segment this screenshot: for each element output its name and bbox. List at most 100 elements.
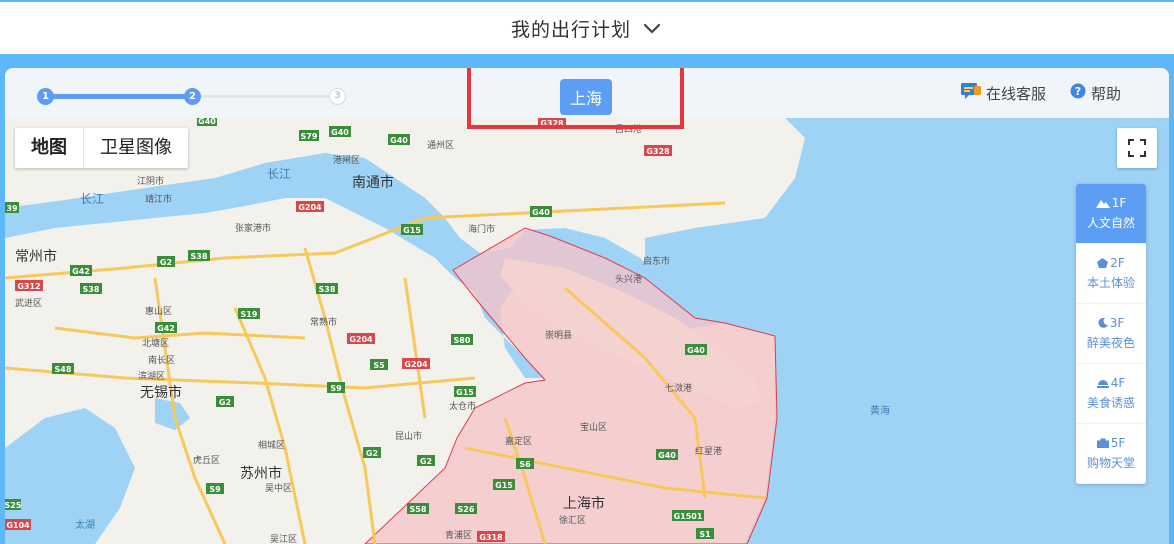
shield-g312: G312 [15, 280, 43, 291]
label-tongzhou: 通州区 [427, 140, 454, 151]
shield-s19: S19 [238, 308, 260, 319]
help-label: 帮助 [1090, 84, 1121, 103]
label-beitang: 北塘区 [142, 337, 169, 349]
label-wujiang: 吴江区 [270, 534, 297, 544]
online-service-label: 在线客服 [985, 84, 1046, 103]
shield-s6-label: S6 [519, 460, 531, 469]
label-huanghai: 黄海 [870, 404, 890, 417]
label-toutuo: 头兴港 [615, 273, 642, 285]
shield-g42a: G42 [70, 265, 92, 276]
shield-g40e: G40 [685, 344, 707, 355]
label-wujin: 武进区 [15, 297, 42, 309]
shield-s5: S5 [370, 359, 388, 370]
shield-g40a-label: G40 [198, 118, 216, 126]
shield-g2c-label: G2 [366, 449, 378, 458]
shield-s38b-label: S38 [83, 285, 100, 294]
shield-g1501: G1501 [672, 510, 704, 521]
shield-s1-label: S1 [699, 530, 711, 539]
fullscreen-button[interactable] [1117, 128, 1157, 168]
label-changshu: 常熟市 [310, 316, 337, 328]
floor-5-level: 5F [1110, 436, 1126, 450]
shield-g204a-label: G204 [298, 203, 322, 212]
shield-g204c-label: G204 [404, 360, 428, 369]
step-bar: 1 2 3 上海 在线客服 ? 帮助 [5, 68, 1169, 118]
shield-g40c: G40 [388, 134, 410, 145]
shield-g104: G104 [5, 519, 31, 530]
label-nantong: 南通市 [352, 174, 394, 191]
label-taicang: 太仓市 [449, 400, 476, 412]
label-qidong: 启东市 [643, 255, 670, 267]
map-type-satellite[interactable]: 卫星图像 [84, 128, 188, 168]
moon-icon [1098, 318, 1108, 328]
map-view[interactable]: 江阴市 靖江市 张家港市 长江 长江 常州市 武进区 惠山区 北塘区 南长区 滨… [5, 118, 1169, 544]
label-lvsi: 吕四港 [615, 123, 642, 135]
help-link[interactable]: ? 帮助 [1070, 83, 1121, 104]
label-jiangyin: 江阴市 [137, 175, 164, 187]
help-links: 在线客服 ? 帮助 [960, 82, 1121, 104]
label-jiading: 嘉定区 [505, 435, 532, 447]
label-huishan: 惠山区 [145, 305, 172, 317]
shield-s48-label: S48 [55, 365, 72, 374]
floor-5[interactable]: 5F 购物天堂 [1076, 424, 1146, 484]
shield-g40c-label: G40 [390, 136, 408, 145]
shield-s6: S6 [516, 458, 534, 469]
shield-g40f: G40 [656, 449, 678, 460]
map-canvas[interactable]: 江阴市 靖江市 张家港市 长江 长江 常州市 武进区 惠山区 北塘区 南长区 滨… [5, 118, 1169, 544]
floor-1[interactable]: 1F 人文自然 [1076, 184, 1146, 244]
shield-g204c: G204 [402, 358, 430, 369]
map-type-map[interactable]: 地图 [15, 128, 83, 168]
label-changzhou: 常州市 [15, 248, 57, 265]
shield-g2d-label: G2 [420, 457, 432, 466]
step-2[interactable]: 2 [184, 88, 201, 105]
shield-s26: S26 [455, 503, 477, 514]
chevron-down-icon[interactable] [641, 17, 663, 39]
shield-s48: S48 [52, 363, 74, 374]
shield-g328a-label: G328 [540, 119, 564, 128]
label-kunshan: 昆山市 [395, 430, 422, 442]
mountain-icon [1095, 198, 1110, 208]
shield-g104-label: G104 [6, 521, 30, 530]
shield-s58: S58 [407, 503, 429, 514]
label-suzhou: 苏州市 [240, 465, 282, 482]
floor-2[interactable]: 2F 本土体验 [1076, 244, 1146, 304]
shield-g2d: G2 [417, 455, 435, 466]
label-jingjiang: 靖江市 [145, 193, 172, 205]
pentagon-icon [1097, 258, 1109, 268]
shield-s39-label: 39 [6, 204, 18, 213]
step-3[interactable]: 3 [329, 88, 346, 105]
shield-g2a: G2 [157, 256, 175, 267]
floor-3-name: 醉美夜色 [1086, 336, 1135, 350]
label-wuzhong: 吴中区 [265, 482, 292, 494]
shield-s80: S80 [451, 334, 473, 345]
shield-s19-label: S19 [241, 310, 258, 319]
shield-s38c-label: S38 [319, 285, 336, 294]
floor-4[interactable]: 4F 美食诱惑 [1076, 364, 1146, 424]
shield-g318: G318 [477, 531, 505, 542]
step-1[interactable]: 1 [37, 88, 54, 105]
shield-g42b: G42 [155, 322, 177, 333]
shield-g1501-label: G1501 [674, 512, 703, 521]
label-taihu: 太湖 [75, 518, 95, 531]
shield-s38a-label: S38 [191, 252, 208, 261]
label-xiangcheng: 相城区 [258, 439, 285, 451]
shield-g15a-label: G15 [403, 226, 421, 235]
svg-text:?: ? [1075, 85, 1081, 98]
label-shanghai: 上海市 [563, 495, 605, 512]
shield-g15c: G15 [493, 479, 515, 490]
shield-g328a: G328 [538, 118, 566, 128]
label-zhangjiagang: 张家港市 [235, 222, 271, 234]
floor-3[interactable]: 3F 醉美夜色 [1076, 304, 1146, 364]
shield-g328b-label: G328 [646, 147, 670, 156]
online-service-link[interactable]: 在线客服 [960, 82, 1046, 104]
shield-g40b-label: G40 [331, 128, 349, 137]
page-title[interactable]: 我的出行计划 [511, 15, 631, 42]
shield-s9b: S9 [206, 483, 224, 494]
floor-5-name: 购物天堂 [1086, 456, 1135, 470]
city-button[interactable]: 上海 [560, 79, 612, 115]
shield-s58-label: S58 [410, 505, 427, 514]
bag-icon [1096, 438, 1109, 448]
floor-4-name: 美食诱惑 [1086, 396, 1135, 410]
floor-2-name: 本土体验 [1086, 276, 1135, 290]
shield-g204b: G204 [347, 333, 375, 344]
shield-g318-label: G318 [479, 533, 503, 542]
